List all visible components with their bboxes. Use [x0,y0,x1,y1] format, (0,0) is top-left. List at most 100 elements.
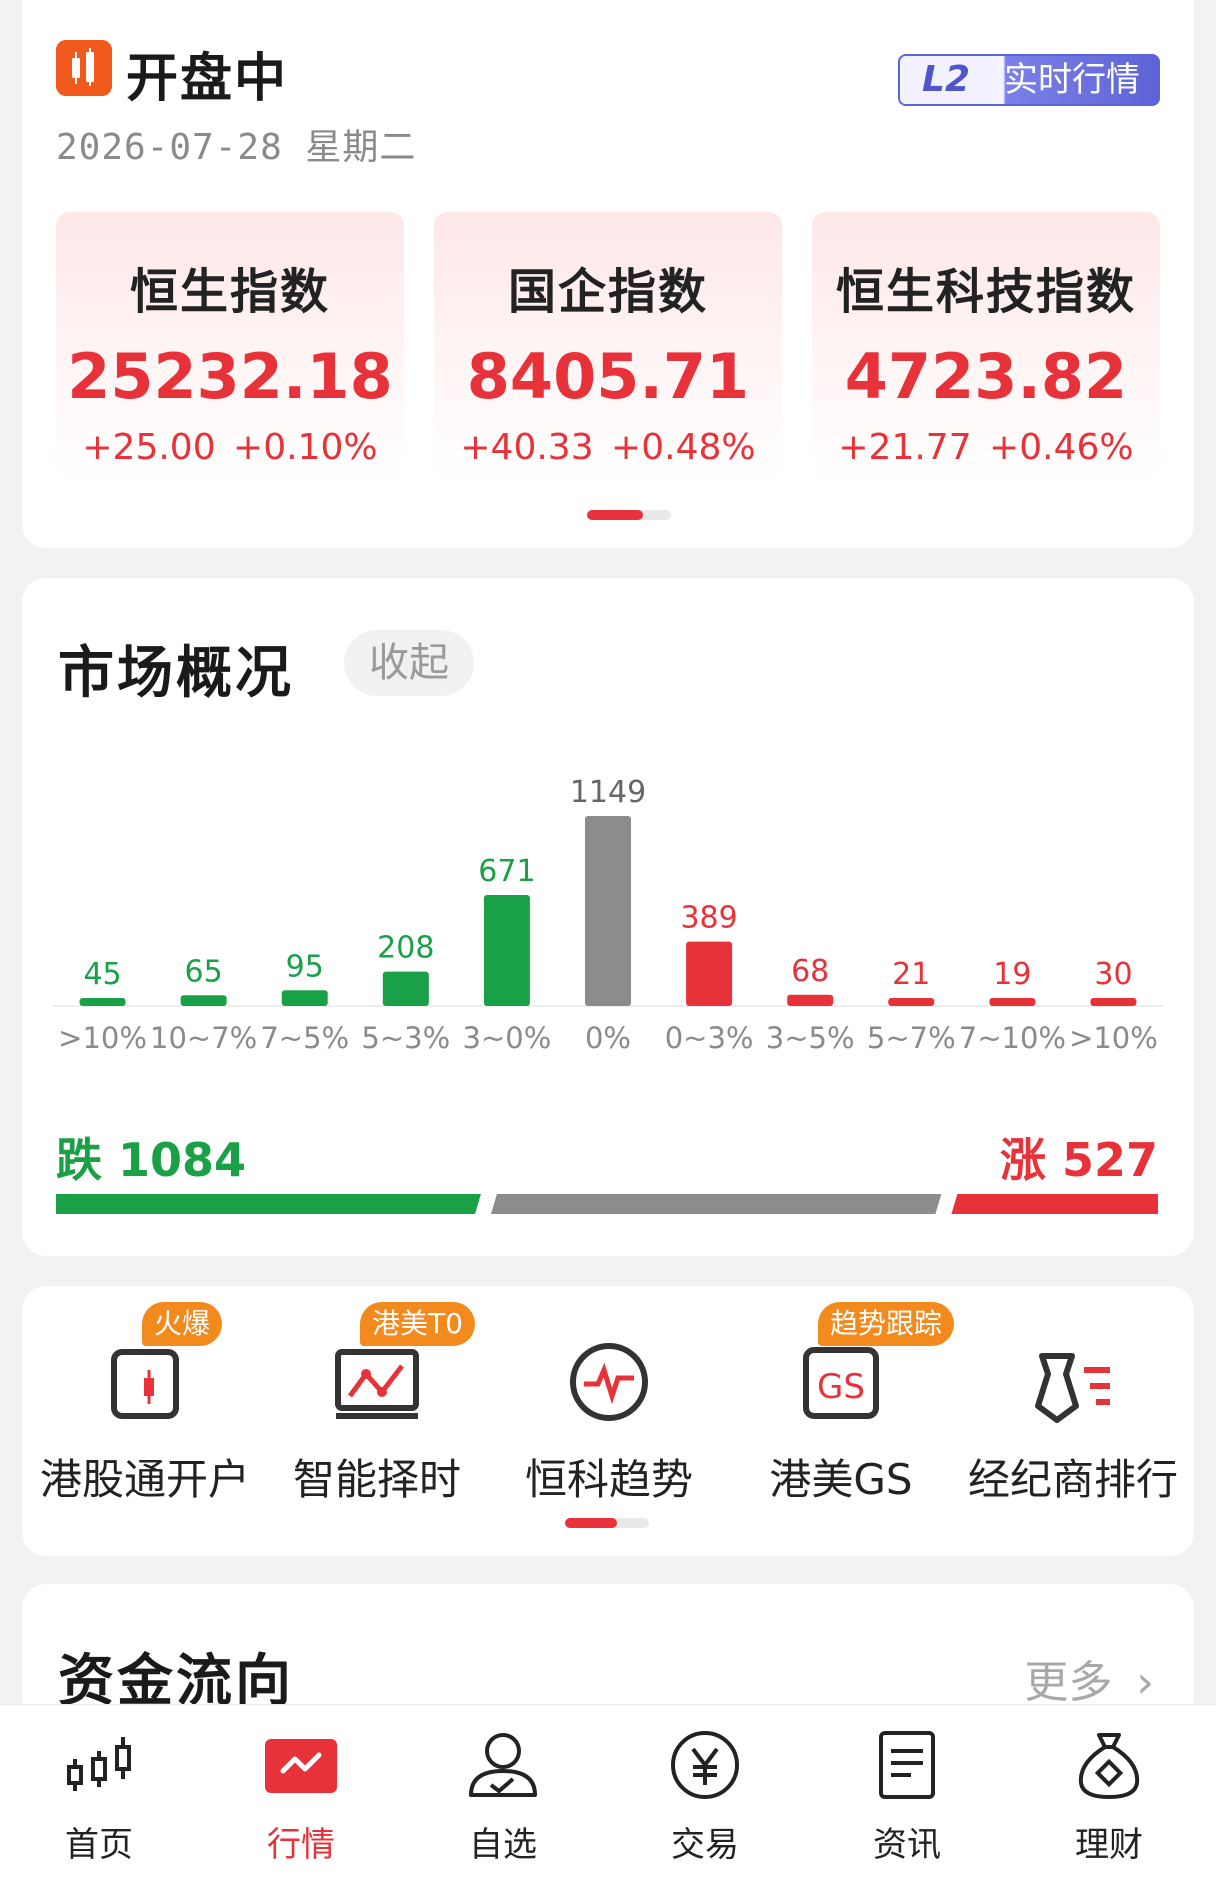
nav-home[interactable]: 首页 [24,1729,174,1866]
market-chart-icon [265,1729,337,1801]
tool-label: 智能择时 [292,1455,461,1504]
chart-category-label: 7~5% [260,1021,349,1055]
index-change: +21.77 +0.46% [838,427,1134,468]
svg-text:GS: GS [817,1367,865,1407]
tool-hk-connect-account[interactable]: 火爆 港股通开户 [30,1302,260,1507]
index-card-hsi[interactable]: 恒生指数 25232.18 +25.00 +0.10% [56,212,404,482]
ratio-flat-segment [490,1194,942,1214]
market-status-card: 开盘中 2026-07-28 星期二 L2 实时行情 恒生指数 25232.18… [22,0,1194,548]
fall-count: 跌 1084 [56,1124,246,1190]
tools-pager-active [565,1518,617,1528]
chart-category-label: 7~10% [959,1021,1066,1055]
chart-value-label: 65 [185,954,223,989]
tool-hstech-trend[interactable]: 恒科趋势 [494,1326,724,1507]
tool-label: 经纪商排行 [967,1455,1178,1504]
nav-news[interactable]: 资讯 [832,1729,982,1866]
bottom-navigation: 首页 行情 自选 交易 资讯 理财 [0,1704,1216,1883]
rise-label: 涨 [999,1133,1046,1187]
chart-category-label: 3~0% [463,1021,552,1055]
chart-category-label: 5~7% [867,1021,956,1055]
nav-label: 交易 [671,1825,739,1865]
chart-value-label: 68 [791,954,829,989]
chart-value-label: 21 [892,957,930,992]
tool-broker-ranking[interactable]: 经纪商排行 [958,1326,1188,1507]
index-value: 25232.18 [67,340,393,413]
rise-count: 涨 527 [1000,1124,1158,1190]
ratio-rise-segment [951,1194,1158,1214]
tools-card: 火爆 港股通开户 港美T0 智能择时 恒科趋势 GS 趋势跟踪 港美GS 经纪商… [22,1286,1194,1556]
money-bag-icon [1073,1729,1145,1801]
chart-bar [989,998,1036,1006]
nav-label: 首页 [65,1825,133,1865]
nav-label: 自选 [469,1825,537,1865]
chart-bar [585,816,631,1006]
more-link[interactable]: 更多 › [1024,1646,1154,1710]
index-name: 国企指数 [507,264,708,320]
chart-category-label: 3~5% [766,1021,855,1055]
fall-number: 1084 [118,1133,247,1187]
chart-value-label: 389 [680,901,737,936]
tool-tag-hot: 火爆 [142,1302,223,1346]
index-name: 恒生指数 [129,264,330,320]
chart-category-label: 10~7% [150,1021,257,1055]
chart-category-label: 0~3% [665,1021,754,1055]
tool-hk-us-gs[interactable]: GS 趋势跟踪 港美GS [726,1302,956,1507]
chart-category-label: 0% [585,1021,631,1055]
chart-bar [180,995,227,1006]
fund-flow-card: 资金流向 更多 › [22,1584,1194,1724]
index-value: 8405.71 [466,340,750,413]
smart-timing-icon: 港美T0 [332,1302,475,1426]
chart-value-label: 19 [993,957,1031,992]
tools-pager [565,1518,649,1528]
yen-coin-icon [669,1729,741,1801]
tool-tag-t0: 港美T0 [360,1302,475,1346]
gs-icon: GS 趋势跟踪 [796,1302,955,1426]
nav-market[interactable]: 行情 [226,1729,376,1866]
index-value: 4723.82 [844,340,1128,413]
nav-watchlist[interactable]: 自选 [428,1729,578,1866]
tool-label: 港股通开户 [39,1455,250,1504]
ratio-fall-segment [56,1194,481,1214]
news-doc-icon [871,1729,943,1801]
nav-label: 资讯 [873,1825,941,1865]
chart-category-label: >10% [1069,1021,1158,1055]
fall-label: 跌 [56,1133,102,1187]
chart-bar [483,895,530,1006]
chart-bar [281,990,328,1006]
market-overview-card: 市场概况 收起 45 >10% 65 10~7% 95 7~5% 208 5~3% 671 3~0… [22,578,1194,1256]
chart-value-label: 30 [1094,957,1132,992]
chart-bar [686,941,733,1006]
chevron-right-icon: › [1136,1657,1154,1708]
market-date: 2026-07-28 星期二 [56,127,417,168]
l2-label: L2 [900,56,992,104]
tool-tag-trend-follow: 趋势跟踪 [818,1302,955,1346]
index-name: 恒生科技指数 [835,264,1136,320]
candlestick-icon [56,40,112,96]
rise-number: 527 [1061,1133,1158,1187]
realtime-label: 实时行情 [1004,60,1140,100]
nav-wealth[interactable]: 理财 [1034,1729,1184,1866]
nav-label: 行情 [267,1825,335,1865]
index-card-hstech[interactable]: 恒生科技指数 4723.82 +21.77 +0.46% [812,212,1160,482]
broker-tie-icon [1028,1326,1118,1426]
index-change: +40.33 +0.48% [460,427,756,468]
chart-value-label: 208 [377,931,434,966]
tool-label: 恒科趋势 [524,1455,693,1504]
home-candle-icon [63,1729,135,1801]
index-change: +25.00 +0.10% [82,427,378,468]
tool-smart-timing[interactable]: 港美T0 智能择时 [262,1302,492,1507]
chart-bar [787,994,834,1006]
watchlist-person-icon [467,1729,539,1801]
more-label: 更多 [1024,1657,1113,1708]
index-pager [587,510,671,520]
market-overview-title: 市场概况 [58,641,294,706]
nav-label: 理财 [1075,1825,1143,1865]
collapse-button[interactable]: 收起 [344,630,474,696]
l2-realtime-badge[interactable]: L2 实时行情 [898,54,1160,106]
chart-category-label: 5~3% [361,1021,450,1055]
chart-category-label: >10% [58,1021,147,1055]
chart-value-label: 1149 [570,775,646,810]
nav-trade[interactable]: 交易 [630,1729,780,1866]
chart-bar [382,971,429,1006]
index-card-hscei[interactable]: 国企指数 8405.71 +40.33 +0.48% [434,212,782,482]
